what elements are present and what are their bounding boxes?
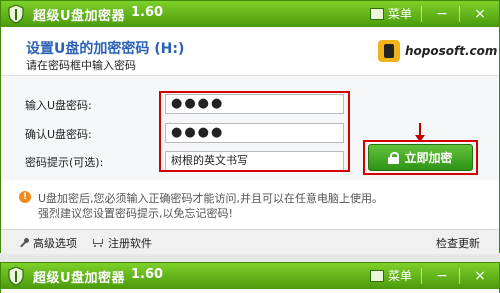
password-hint-label: 密码提示(可选): [25,156,104,169]
menu-icon [370,269,384,282]
brand-logo: hoposoft.com [378,39,497,63]
register-software-label: 注册软件 [108,237,152,250]
info-icon: ! [19,191,31,203]
menu-button[interactable]: 菜单 [370,266,412,285]
password-label: 输入U盘密码: [25,99,92,112]
lock-icon [388,151,400,164]
titlebar-divider [421,6,422,22]
titlebar-divider [421,268,422,284]
menu-label: 菜单 [388,7,413,21]
app-title: 超级U盘加密器 [33,9,126,24]
shield-logo-icon [8,4,24,24]
encrypt-now-button[interactable]: 立即加密 [368,144,473,171]
advanced-options-label: 高级选项 [33,237,77,250]
wrench-icon [19,238,29,248]
highlight-box-fields [159,91,350,172]
close-button[interactable]: × [469,4,491,24]
title-bar[interactable]: 超级U盘加密器 1.60 菜单 − × [1,1,499,27]
title-bar[interactable]: 超级U盘加密器 1.60 菜单 − × [1,263,499,289]
menu-icon [370,7,384,20]
check-update-link[interactable]: 检查更新 [436,235,480,251]
header-panel: 设置U盘的加密密码 (H:) 请在密码框中输入密码 hoposoft.com [1,27,499,76]
brand-text: hoposoft.com [405,44,498,58]
page-subtitle: 请在密码框中输入密码 [26,59,136,72]
cart-icon [92,238,104,248]
titlebar-divider [459,6,460,22]
close-button[interactable]: × [469,266,491,286]
menu-button[interactable]: 菜单 [370,4,412,23]
check-update-label: 检查更新 [436,237,480,250]
app-version: 1.60 [131,5,164,20]
app-title: 超级U盘加密器 [33,271,126,286]
menu-label: 菜单 [388,269,413,283]
notice-line-1: U盘加密后,您必须输入正确密码才能访问,并且可以在任意电脑上使用。 [38,192,384,205]
minimize-button[interactable]: − [431,4,453,24]
register-software-link[interactable]: 注册软件 [92,235,152,251]
minimize-button[interactable]: − [431,266,453,286]
brand-icon [378,40,400,62]
footer-bar: 高级选项 注册软件 检查更新 [1,229,499,254]
main-window: 超级U盘加密器 1.60 菜单 − × 设置U盘的加密密码 (H:) 请在密码框… [0,0,500,254]
titlebar-divider [459,268,460,284]
advanced-options-link[interactable]: 高级选项 [19,235,77,251]
app-version: 1.60 [131,267,164,282]
notice-line-2: 强烈建议您设置密码提示,以免忘记密码! [38,207,233,220]
confirm-password-label: 确认U盘密码: [25,128,92,141]
shield-logo-icon [8,266,24,286]
second-window: 超级U盘加密器 1.60 菜单 − × [0,262,500,293]
page-title: 设置U盘的加密密码 (H:) [26,41,185,57]
encrypt-now-label: 立即加密 [404,151,453,165]
